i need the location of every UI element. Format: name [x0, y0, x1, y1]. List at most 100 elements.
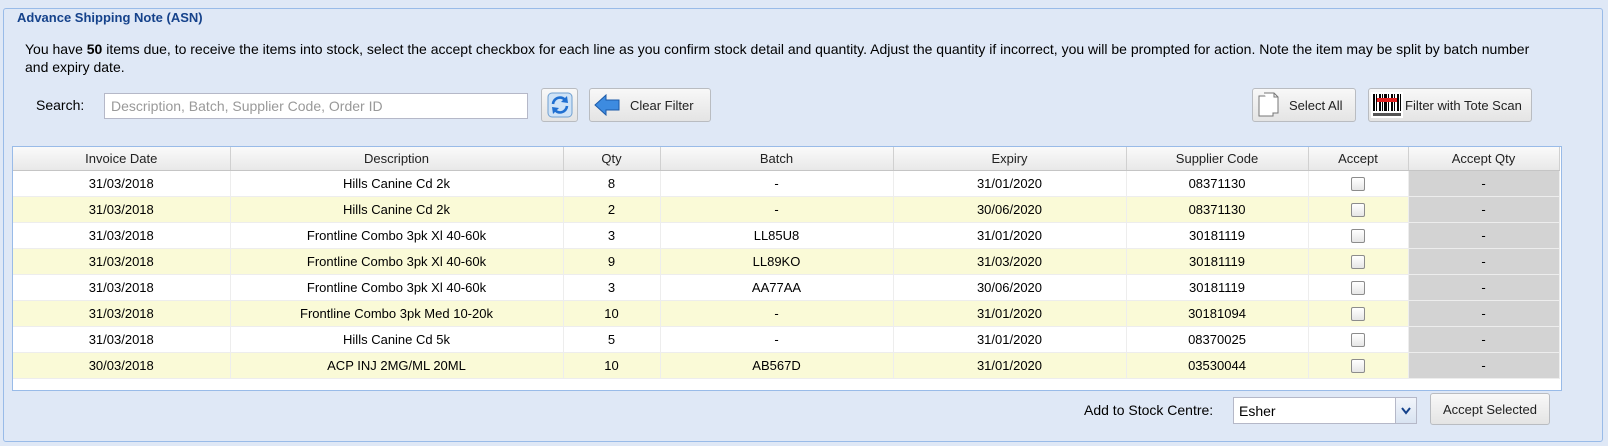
expiry-cell: 31/01/2020	[893, 170, 1127, 197]
accept-qty-cell[interactable]: -	[1408, 248, 1560, 275]
column-header[interactable]: Accept	[1308, 147, 1409, 171]
qty-cell: 10	[563, 300, 661, 327]
barcode-icon	[1371, 92, 1403, 118]
expiry-cell: 31/01/2020	[893, 352, 1127, 379]
expiry-cell: 31/01/2020	[893, 222, 1127, 249]
accept-checkbox[interactable]	[1351, 359, 1365, 374]
accept-cell	[1308, 248, 1409, 275]
accept-qty-cell[interactable]: -	[1408, 196, 1560, 223]
column-header[interactable]: Accept Qty	[1408, 147, 1560, 171]
search-label: Search:	[36, 97, 85, 113]
description-cell: Frontline Combo 3pk Xl 40-60k	[230, 222, 564, 249]
accept-checkbox[interactable]	[1351, 281, 1365, 296]
accept-checkbox[interactable]	[1351, 203, 1365, 218]
table-row[interactable]: 31/03/2018 Hills Canine Cd 2k 2 - 30/06/2020…	[13, 196, 1560, 223]
expiry-cell: 30/06/2020	[893, 196, 1127, 223]
items-due-count: 50	[86, 41, 103, 57]
description-cell: Frontline Combo 3pk Med 10-20k	[230, 300, 564, 327]
column-header[interactable]: Invoice Date	[13, 147, 231, 171]
batch-cell: -	[660, 300, 894, 327]
asn-table: Invoice Date Description Qty Batch Expiry Sup…	[13, 147, 1560, 379]
qty-cell: 8	[563, 170, 661, 197]
supplier-code-cell: 08370025	[1126, 326, 1309, 353]
batch-cell: LL85U8	[660, 222, 894, 249]
supplier-code-cell: 30181119	[1126, 222, 1309, 249]
expiry-cell: 30/06/2020	[893, 274, 1127, 301]
invoice-date-cell: 31/03/2018	[13, 326, 231, 353]
invoice-date-cell: 30/03/2018	[13, 352, 231, 379]
accept-qty-cell[interactable]: -	[1408, 352, 1560, 379]
stock-centre-select[interactable]: Esher	[1233, 397, 1417, 424]
invoice-date-cell: 31/03/2018	[13, 248, 231, 275]
arrow-left-icon	[594, 94, 620, 116]
description-cell: Hills Canine Cd 5k	[230, 326, 564, 353]
accept-cell	[1308, 352, 1409, 379]
accept-qty-cell[interactable]: -	[1408, 222, 1560, 249]
supplier-code-cell: 08371130	[1126, 196, 1309, 223]
column-header[interactable]: Supplier Code	[1126, 147, 1309, 171]
accept-cell	[1308, 300, 1409, 327]
accept-qty-cell[interactable]: -	[1408, 274, 1560, 301]
select-all-button[interactable]: Select All	[1252, 88, 1356, 122]
qty-cell: 2	[563, 196, 661, 223]
document-icon	[1258, 92, 1279, 117]
column-header[interactable]: Expiry	[893, 147, 1127, 171]
description-cell: Frontline Combo 3pk Xl 40-60k	[230, 248, 564, 275]
qty-cell: 3	[563, 222, 661, 249]
qty-cell: 10	[563, 352, 661, 379]
invoice-date-cell: 31/03/2018	[13, 300, 231, 327]
invoice-date-cell: 31/03/2018	[13, 274, 231, 301]
supplier-code-cell: 30181119	[1126, 248, 1309, 275]
invoice-date-cell: 31/03/2018	[13, 196, 231, 223]
table-row[interactable]: 30/03/2018 ACP INJ 2MG/ML 20ML 10 AB567D 31/…	[13, 352, 1560, 379]
expiry-cell: 31/03/2020	[893, 248, 1127, 275]
accept-checkbox[interactable]	[1351, 229, 1365, 244]
table-row[interactable]: 31/03/2018 Frontline Combo 3pk Xl 40-60k 3…	[13, 222, 1560, 249]
description-cell: Hills Canine Cd 2k	[230, 196, 564, 223]
table-row[interactable]: 31/03/2018 Hills Canine Cd 2k 8-31/01/2020…	[13, 170, 1560, 197]
invoice-date-cell: 31/03/2018	[13, 222, 231, 249]
panel-title: Advance Shipping Note (ASN)	[14, 10, 206, 25]
qty-cell: 5	[563, 326, 661, 353]
grid-body: 31/03/2018 Hills Canine Cd 2k 8-31/01/2020…	[13, 170, 1560, 379]
qty-cell: 3	[563, 274, 661, 301]
asn-grid: Invoice Date Description Qty Batch Expiry Sup…	[12, 146, 1562, 391]
search-input[interactable]	[104, 93, 528, 119]
accept-checkbox[interactable]	[1351, 255, 1365, 270]
batch-cell: AA77AA	[660, 274, 894, 301]
accept-selected-button[interactable]: Accept Selected	[1430, 393, 1550, 425]
chevron-down-icon	[1401, 406, 1411, 415]
column-header[interactable]: Batch	[660, 147, 894, 171]
accept-qty-cell[interactable]: -	[1408, 170, 1560, 197]
expiry-cell: 31/01/2020	[893, 326, 1127, 353]
accept-checkbox[interactable]	[1351, 177, 1365, 192]
batch-cell: AB567D	[660, 352, 894, 379]
clear-filter-button[interactable]: Clear Filter	[589, 88, 711, 122]
dropdown-trigger[interactable]	[1395, 398, 1416, 423]
intro-text: You have 50 items due, to receive the it…	[25, 41, 1530, 75]
table-row[interactable]: 31/03/2018 Frontline Combo 3pk Med 10-20k…	[13, 300, 1560, 327]
stock-centre-value: Esher	[1239, 403, 1276, 419]
accept-cell	[1308, 196, 1409, 223]
qty-cell: 9	[563, 248, 661, 275]
filter-tote-scan-button[interactable]: Filter with Tote Scan	[1368, 88, 1532, 122]
accept-checkbox[interactable]	[1351, 333, 1365, 348]
description-cell: ACP INJ 2MG/ML 20ML	[230, 352, 564, 379]
accept-checkbox[interactable]	[1351, 307, 1365, 322]
accept-qty-cell[interactable]: -	[1408, 326, 1560, 353]
accept-qty-cell[interactable]: -	[1408, 300, 1560, 327]
refresh-button[interactable]	[541, 88, 578, 122]
column-header[interactable]: Qty	[563, 147, 661, 171]
accept-cell	[1308, 170, 1409, 197]
table-row[interactable]: 31/03/2018 Frontline Combo 3pk Xl 40-60k 9…	[13, 248, 1560, 275]
table-row[interactable]: 31/03/2018 Hills Canine Cd 5k 5 - 31/01/2020…	[13, 326, 1560, 353]
grid-header-row: Invoice Date Description Qty Batch Expiry Sup…	[13, 147, 1560, 171]
invoice-date-cell: 31/03/2018	[13, 170, 231, 197]
supplier-code-cell: 30181094	[1126, 300, 1309, 327]
expiry-cell: 31/01/2020	[893, 300, 1127, 327]
accept-cell	[1308, 274, 1409, 301]
stock-centre-label: Add to Stock Centre:	[1084, 402, 1214, 418]
column-header[interactable]: Description	[230, 147, 564, 171]
supplier-code-cell: 03530044	[1126, 352, 1309, 379]
table-row[interactable]: 31/03/2018 Frontline Combo 3pk Xl 40-60k 3…	[13, 274, 1560, 301]
